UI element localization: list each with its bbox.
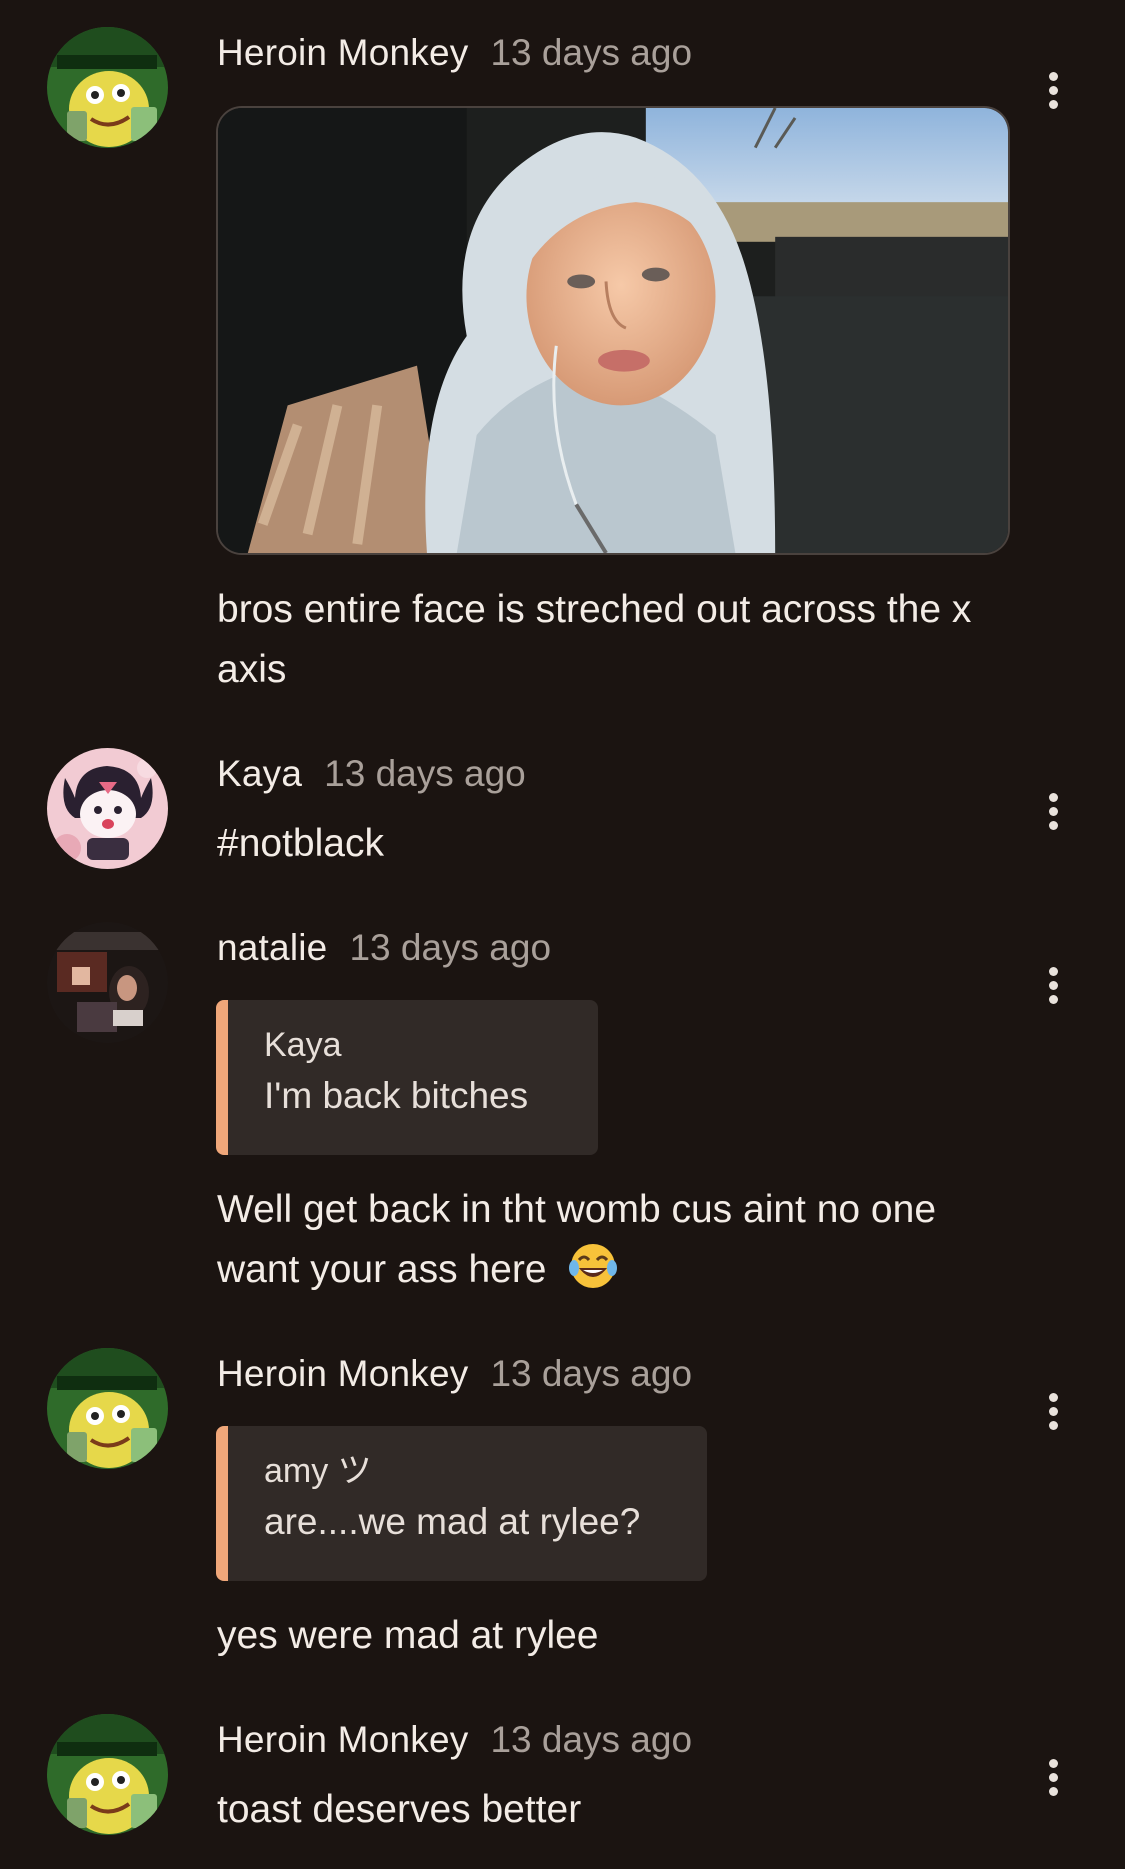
author-name[interactable]: Heroin Monkey (217, 32, 468, 73)
tears-of-joy-emoji-icon (569, 1244, 618, 1288)
more-options-icon[interactable] (1038, 1753, 1068, 1803)
timestamp: 13 days ago (490, 32, 693, 73)
comment-feed: Heroin Monkey 13 days ago bros entire fa… (0, 0, 1125, 1869)
timestamp: 13 days ago (349, 927, 552, 968)
green-cartoon-avatar-icon[interactable] (47, 27, 168, 148)
timestamp: 13 days ago (490, 1719, 693, 1760)
more-options-icon[interactable] (1038, 787, 1068, 837)
author-name[interactable]: natalie (217, 927, 327, 968)
timestamp: 13 days ago (490, 1353, 693, 1394)
timestamp: 13 days ago (324, 753, 526, 794)
green-cartoon-avatar-icon[interactable] (47, 1714, 168, 1835)
comment-meta: Heroin Monkey 13 days ago (217, 1349, 692, 1399)
more-options-icon[interactable] (1038, 1387, 1068, 1437)
comment-text: toast deserves better (217, 1788, 582, 1831)
quoted-reply[interactable]: amy ツ are....we mad at rylee? (216, 1426, 707, 1581)
photo-avatar-icon[interactable] (47, 922, 168, 1043)
quoted-text: I'm back bitches (264, 1075, 529, 1116)
author-name[interactable]: Kaya (217, 753, 302, 794)
more-options-icon[interactable] (1038, 66, 1068, 116)
quoted-text: are....we mad at rylee? (264, 1501, 641, 1542)
author-name[interactable]: Heroin Monkey (217, 1719, 468, 1760)
pink-cartoon-avatar-icon[interactable] (47, 748, 168, 869)
attached-photo[interactable] (216, 106, 1010, 555)
comment-meta: Heroin Monkey 13 days ago (217, 28, 692, 78)
comment-text: bros entire face is streched out across … (217, 588, 972, 691)
comment-meta: natalie 13 days ago (217, 923, 551, 973)
comment-text: Well get back in tht womb cus aint no on… (217, 1180, 1017, 1300)
comment-meta: Heroin Monkey 13 days ago (217, 1715, 692, 1765)
comment-text: yes were mad at rylee (217, 1614, 599, 1657)
comment-meta: Kaya 13 days ago (217, 749, 526, 799)
green-cartoon-avatar-icon[interactable] (47, 1348, 168, 1469)
author-name[interactable]: Heroin Monkey (217, 1353, 468, 1394)
quoted-author: amy ツ (264, 1452, 372, 1490)
quoted-author: Kaya (264, 1026, 342, 1064)
comment-text: #notblack (217, 822, 384, 865)
more-options-icon[interactable] (1038, 961, 1068, 1011)
quoted-reply[interactable]: Kaya I'm back bitches (216, 1000, 598, 1155)
